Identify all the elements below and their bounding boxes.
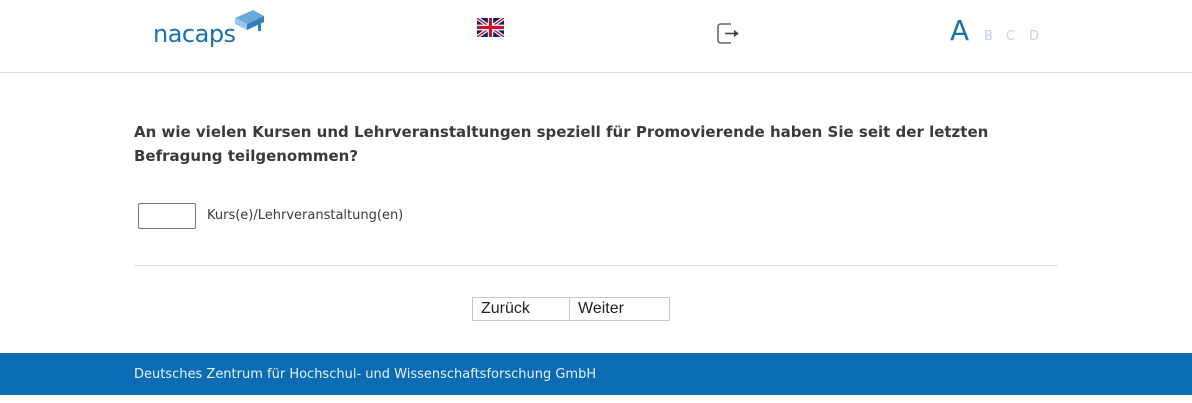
graduation-cap-icon [235,10,264,31]
footer: Deutsches Zentrum für Hochschul- und Wis… [0,353,1192,395]
header: nacaps A B C D [0,0,1192,73]
footer-text: Deutsches Zentrum für Hochschul- und Wis… [134,367,597,382]
font-size-c[interactable]: C [1006,29,1015,44]
course-count-input[interactable] [138,203,196,229]
font-size-d[interactable]: D [1029,29,1039,44]
font-size-a[interactable]: A [950,14,969,47]
logo-text: nacaps [153,20,236,48]
back-button[interactable]: Zurück [472,297,570,321]
font-size-b[interactable]: B [984,29,993,44]
logout-icon[interactable] [717,23,741,44]
course-unit-label: Kurs(e)/Lehrveranstaltung(en) [207,208,404,223]
next-button[interactable]: Weiter [570,297,670,321]
divider [134,265,1058,266]
uk-flag-icon[interactable] [477,18,504,37]
question-text: An wie vielen Kursen und Lehrveranstaltu… [134,123,989,165]
navigation-buttons: Zurück Weiter [472,297,670,321]
